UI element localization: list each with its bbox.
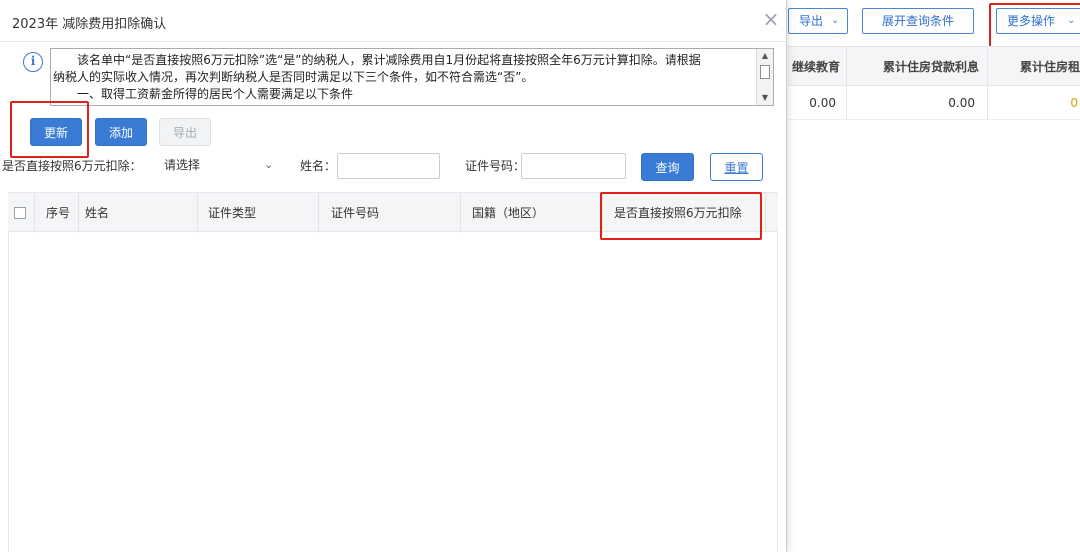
- table-body: [8, 232, 778, 552]
- scroll-down-arrow-icon[interactable]: ▼: [757, 91, 773, 105]
- chevron-down-icon: ⌄: [264, 158, 274, 171]
- more-actions-button[interactable]: 更多操作 ⌄: [996, 8, 1080, 34]
- background-table-header: 继续教育 累计住房贷款利息 累计住房租: [788, 46, 1080, 86]
- bg-cell-housing-loan-interest: 0.00: [948, 96, 975, 110]
- notice-line: 一、取得工资薪金所得的居民个人需要满足以下条件: [53, 87, 354, 101]
- table-header: 序号 姓名 证件类型 证件号码 国籍（地区） 是否直接按照6万元扣除: [8, 192, 778, 233]
- bg-col-housing-rent: 累计住房租: [1019, 60, 1080, 74]
- chevron-down-icon: ⌄: [831, 15, 840, 26]
- dialog-title: 2023年 减除费用扣除确认: [12, 17, 167, 32]
- expand-query-label: 展开查询条件: [881, 14, 954, 28]
- scroll-thumb[interactable]: [760, 65, 770, 79]
- dialog-title-bar: 2023年 减除费用扣除确认 ×: [0, 0, 787, 42]
- bg-cell-housing-rent: 0: [1070, 96, 1078, 110]
- deduction-confirm-dialog: 2023年 减除费用扣除确认 × i 该名单中“是否直接按照6万元扣除”选“是”…: [0, 0, 787, 552]
- bg-export-button[interactable]: 导出 ⌄: [788, 8, 848, 34]
- background-toolbar: 导出 ⌄ 展开查询条件 更多操作 ⌄: [788, 4, 1080, 36]
- reset-button[interactable]: 重置: [710, 153, 763, 181]
- notice-scrollbar[interactable]: ▲ ▼: [756, 49, 773, 105]
- notice-line: 纳税人的实际收入情况，再次判断纳税人是否同时满足以下三个条件，如不符合需选“否”…: [53, 70, 534, 84]
- background-table-row[interactable]: 0.00 0.00 0: [788, 86, 1080, 120]
- deduct-filter-label: 是否直接按照6万元扣除：: [2, 159, 142, 173]
- col-deduct-60k: 是否直接按照6万元扣除: [614, 206, 742, 220]
- select-all-checkbox[interactable]: [14, 207, 26, 219]
- deduct-select[interactable]: 请选择 ⌄: [158, 153, 282, 179]
- deduct-select-value: 请选择: [164, 158, 201, 172]
- id-number-input[interactable]: [521, 153, 626, 179]
- col-id-type: 证件类型: [208, 206, 257, 220]
- notice-text: 该名单中“是否直接按照6万元扣除”选“是”的纳税人，累计减除费用自1月份起将直接…: [51, 52, 755, 103]
- more-actions-label: 更多操作: [1007, 14, 1056, 28]
- id-filter-label: 证件号码：: [465, 159, 526, 173]
- info-icon: i: [23, 52, 43, 72]
- close-icon[interactable]: ×: [760, 8, 782, 30]
- col-id-number: 证件号码: [331, 206, 380, 220]
- bg-col-continuing-education: 继续教育: [791, 60, 840, 74]
- bg-cell-continuing-education: 0.00: [809, 96, 836, 110]
- col-index: 序号: [46, 206, 71, 220]
- export-button[interactable]: 导出: [159, 118, 211, 146]
- add-button[interactable]: 添加: [95, 118, 147, 146]
- notice-box[interactable]: 该名单中“是否直接按照6万元扣除”选“是”的纳税人，累计减除费用自1月份起将直接…: [50, 48, 774, 106]
- bg-export-label: 导出: [799, 14, 824, 28]
- update-button[interactable]: 更新: [30, 118, 82, 146]
- notice-line: 该名单中“是否直接按照6万元扣除”选“是”的纳税人，累计减除费用自1月份起将直接…: [53, 53, 701, 67]
- name-input[interactable]: [337, 153, 440, 179]
- bg-col-housing-loan-interest: 累计住房贷款利息: [882, 60, 979, 74]
- expand-query-button[interactable]: 展开查询条件: [862, 8, 974, 34]
- col-name: 姓名: [85, 206, 110, 220]
- scroll-up-arrow-icon[interactable]: ▲: [757, 49, 773, 63]
- chevron-down-icon: ⌄: [1067, 15, 1076, 26]
- name-filter-label: 姓名：: [300, 159, 337, 173]
- query-button[interactable]: 查询: [641, 153, 694, 181]
- col-nationality: 国籍（地区）: [472, 206, 545, 220]
